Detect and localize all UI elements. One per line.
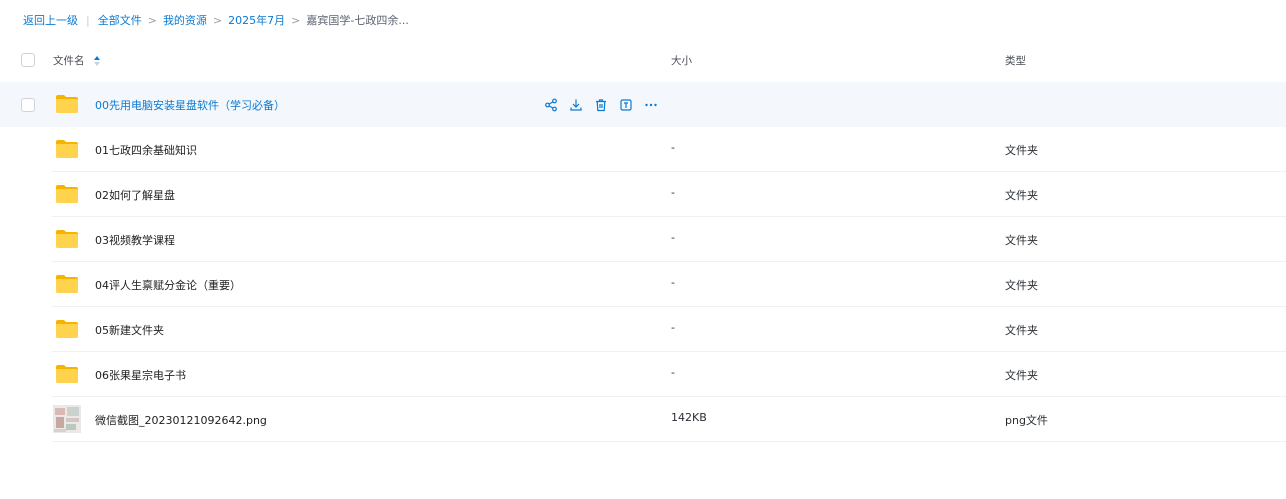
folder-icon xyxy=(56,320,78,338)
file-name[interactable]: 01七政四余基础知识 xyxy=(95,142,197,158)
file-size: - xyxy=(671,366,675,379)
folder-icon xyxy=(56,365,78,383)
image-thumbnail-icon xyxy=(53,405,81,433)
file-name[interactable]: 03视频教学课程 xyxy=(95,232,175,248)
file-size: - xyxy=(671,276,675,289)
table-row[interactable]: 微信截图_20230121092642.png 142KB png文件 xyxy=(0,397,1286,442)
file-name[interactable]: 00先用电脑安装星盘软件（学习必备） xyxy=(95,97,285,113)
file-size: 142KB xyxy=(671,411,707,424)
file-name[interactable]: 06张果星宗电子书 xyxy=(95,367,186,383)
select-all-checkbox[interactable] xyxy=(21,53,35,67)
file-size: - xyxy=(671,321,675,334)
folder-icon xyxy=(56,95,78,113)
breadcrumb-item-all-files[interactable]: 全部文件 xyxy=(98,12,142,28)
sort-icon[interactable] xyxy=(93,55,101,67)
share-icon[interactable] xyxy=(544,98,558,112)
column-header-name[interactable]: 文件名 xyxy=(53,53,101,68)
file-type: 文件夹 xyxy=(1005,324,1038,337)
folder-icon xyxy=(56,230,78,248)
file-type: 文件夹 xyxy=(1005,279,1038,292)
table-row[interactable]: 00先用电脑安装星盘软件（学习必备） xyxy=(0,82,1286,127)
chevron-right-icon: > xyxy=(291,13,301,27)
file-type: 文件夹 xyxy=(1005,234,1038,247)
rename-icon[interactable] xyxy=(619,98,633,112)
file-name[interactable]: 02如何了解星盘 xyxy=(95,187,175,203)
file-type: 文件夹 xyxy=(1005,144,1038,157)
breadcrumb: 返回上一级 | 全部文件 > 我的资源 > 2025年7月 > 嘉宾国学-七政四… xyxy=(23,12,409,28)
breadcrumb-item-month[interactable]: 2025年7月 xyxy=(228,12,285,28)
file-name[interactable]: 04评人生禀赋分金论（重要） xyxy=(95,277,241,293)
chevron-right-icon: > xyxy=(147,13,157,27)
column-header-name-label: 文件名 xyxy=(53,55,85,67)
file-name[interactable]: 05新建文件夹 xyxy=(95,322,164,338)
back-link[interactable]: 返回上一级 xyxy=(23,12,78,28)
file-type: 文件夹 xyxy=(1005,189,1038,202)
folder-icon xyxy=(56,275,78,293)
folder-icon xyxy=(56,140,78,158)
row-divider xyxy=(52,441,1286,442)
table-row[interactable]: 05新建文件夹 - 文件夹 xyxy=(0,307,1286,352)
download-icon[interactable] xyxy=(569,98,583,112)
breadcrumb-item-my-resources[interactable]: 我的资源 xyxy=(163,12,207,28)
table-row[interactable]: 03视频教学课程 - 文件夹 xyxy=(0,217,1286,262)
breadcrumb-divider: | xyxy=(86,13,90,27)
file-size: - xyxy=(671,231,675,244)
file-type: 文件夹 xyxy=(1005,369,1038,382)
row-checkbox[interactable] xyxy=(21,98,35,112)
file-table-header: 文件名 大小 类型 xyxy=(0,46,1286,74)
table-row[interactable]: 01七政四余基础知识 - 文件夹 xyxy=(0,127,1286,172)
table-row[interactable]: 06张果星宗电子书 - 文件夹 xyxy=(0,352,1286,397)
row-actions xyxy=(544,98,658,112)
column-header-size[interactable]: 大小 xyxy=(671,53,692,68)
file-name[interactable]: 微信截图_20230121092642.png xyxy=(95,412,267,428)
file-type: png文件 xyxy=(1005,414,1048,427)
folder-icon xyxy=(56,185,78,203)
delete-icon[interactable] xyxy=(594,98,608,112)
file-size: - xyxy=(671,141,675,154)
file-size: - xyxy=(671,186,675,199)
chevron-right-icon: > xyxy=(212,13,223,27)
table-row[interactable]: 02如何了解星盘 - 文件夹 xyxy=(0,172,1286,217)
breadcrumb-current: 嘉宾国学-七政四余... xyxy=(306,14,409,27)
column-header-type[interactable]: 类型 xyxy=(1005,53,1026,68)
file-list: 00先用电脑安装星盘软件（学习必备） 01七政四余基础知识 - 文件夹 02如何… xyxy=(0,82,1286,442)
more-icon[interactable] xyxy=(644,98,658,112)
table-row[interactable]: 04评人生禀赋分金论（重要） - 文件夹 xyxy=(0,262,1286,307)
